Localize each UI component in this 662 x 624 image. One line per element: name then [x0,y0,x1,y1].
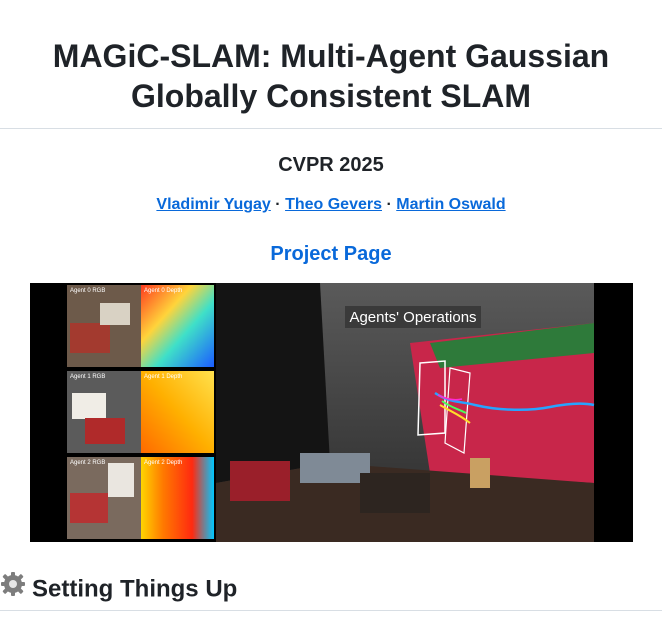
gear-icon [0,571,26,605]
panel-label: Agent 0 RGB [70,288,105,294]
agent-panel-grid: Agent 0 RGB Agent 0 Depth Agent 1 RGB Ag… [67,285,214,539]
author-separator: · [275,196,281,213]
panel-label: Agent 2 RGB [70,460,105,466]
panel-label: Agent 1 RGB [70,374,105,380]
title-block: MAGiC-SLAM: Multi-Agent Gaussian Globall… [0,0,662,129]
project-page-row: Project Page [0,242,662,266]
section-header: Setting Things Up [0,571,662,611]
teaser-image: Agent 0 RGB Agent 0 Depth Agent 1 RGB Ag… [30,283,633,542]
reconstruction-view: Agents' Operations [216,283,595,542]
project-page-link[interactable]: Project Page [270,243,391,265]
teaser-caption: Agents' Operations [349,309,476,326]
panel-label: Agent 0 Depth [144,288,182,294]
section-heading: Setting Things Up [0,571,238,607]
author-link-oswald[interactable]: Martin Oswald [396,196,505,213]
author-link-yugay[interactable]: Vladimir Yugay [156,196,270,213]
author-list: Vladimir Yugay · Theo Gevers · Martin Os… [0,195,662,215]
page-title: MAGiC-SLAM: Multi-Agent Gaussian Globall… [52,38,610,114]
author-separator: · [386,196,392,213]
panel-label: Agent 2 Depth [144,460,182,466]
panel-label: Agent 1 Depth [144,374,182,380]
section-heading-text: Setting Things Up [32,575,238,603]
venue-label: CVPR 2025 [278,154,384,176]
teaser-video[interactable]: Agent 0 RGB Agent 0 Depth Agent 1 RGB Ag… [30,283,633,542]
author-link-gevers[interactable]: Theo Gevers [285,196,382,213]
